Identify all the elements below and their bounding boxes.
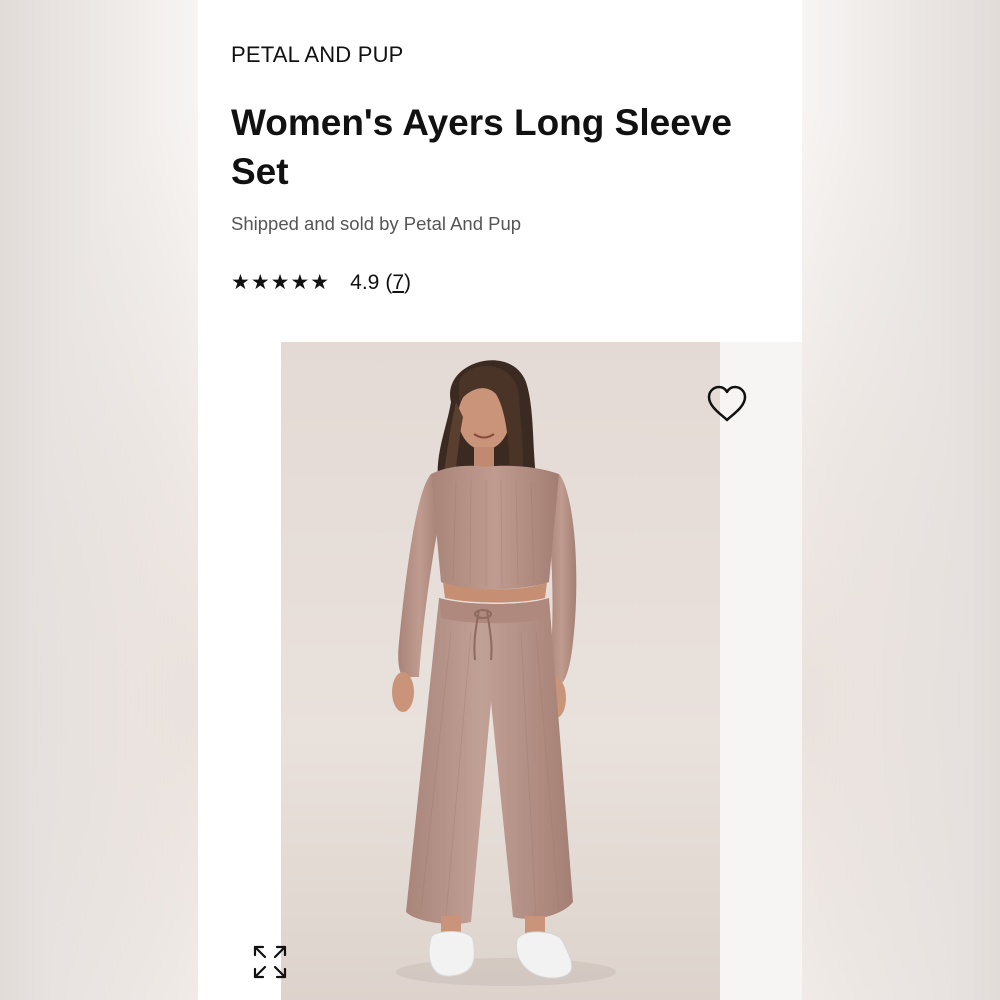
expand-arrows-icon[interactable]	[252, 944, 288, 980]
screenshot-stage: PETAL AND PUP Women's Ayers Long Sleeve …	[0, 0, 1000, 1000]
star-rating-icon: ★★★★★	[231, 271, 331, 294]
blurred-background-left	[0, 0, 198, 1000]
blurred-background-right	[802, 0, 1000, 1000]
seller-info: Shipped and sold by Petal And Pup	[231, 213, 522, 234]
review-count-link[interactable]: (7)	[385, 271, 411, 295]
product-title: Women's Ayers Long Sleeve Set	[231, 102, 732, 192]
favorite-heart-icon[interactable]	[706, 384, 748, 424]
rating-score: 4.9	[350, 270, 380, 294]
product-image[interactable]	[281, 342, 720, 1000]
next-image-peek[interactable]	[720, 342, 802, 1000]
brand-name[interactable]: PETAL AND PUP	[231, 42, 404, 68]
rating-summary[interactable]: ★★★★★ 4.9 (7)	[231, 270, 411, 295]
model-illustration	[281, 342, 720, 1000]
product-page: PETAL AND PUP Women's Ayers Long Sleeve …	[198, 0, 802, 1000]
